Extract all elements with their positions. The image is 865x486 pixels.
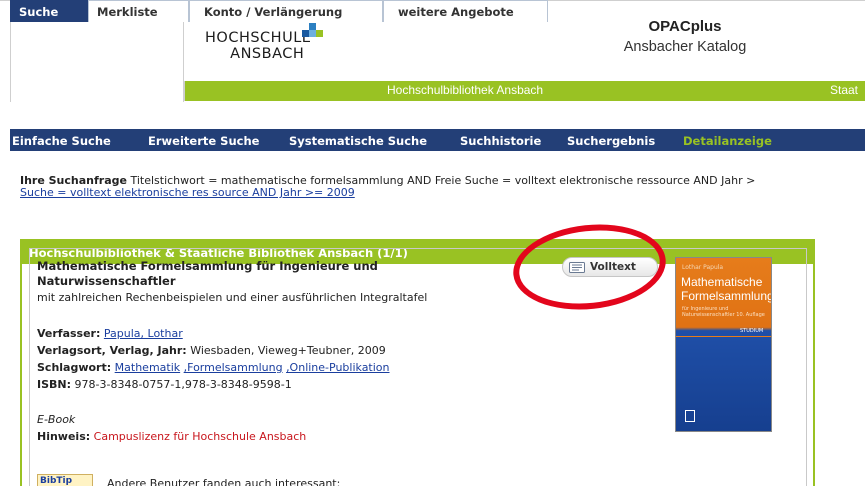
nav-einfache-suche[interactable]: Einfache Suche	[12, 134, 111, 148]
opac-subtitle: Ansbacher Katalog	[623, 39, 747, 55]
author-label: Verfasser:	[37, 327, 101, 340]
sub-navigation: Einfache Suche Erweiterte Suche Systemat…	[10, 129, 865, 151]
nav-detailanzeige[interactable]: Detailanzeige	[683, 134, 772, 148]
staat-label: Staat	[830, 83, 859, 97]
logo-line-2: ANSBACH	[230, 46, 305, 62]
query-continuation-link[interactable]: Suche = volltext elektronische res sourc…	[20, 186, 355, 199]
library-bar: Hochschulbibliothek Ansbach Staat	[184, 81, 865, 101]
cover-publisher-logo	[685, 410, 695, 422]
publisher-label: Verlagsort, Verlag, Jahr:	[37, 344, 187, 357]
opac-title: OPACplus	[648, 18, 722, 35]
book-cover[interactable]: Lothar Papula Mathematische Formelsammlu…	[675, 257, 772, 432]
isbn-value: 978-3-8348-0757-1,978-3-8348-9598-1	[74, 378, 292, 391]
cover-stripe	[676, 336, 771, 337]
cover-author: Lothar Papula	[682, 264, 724, 271]
hochschule-logo[interactable]: HOCHSCHULE ANSBACH	[205, 30, 311, 62]
hint-label: Hinweis:	[37, 430, 91, 443]
author-row: Verfasser: Papula, Lothar	[37, 327, 183, 341]
nav-erweiterte-suche[interactable]: Erweiterte Suche	[148, 134, 259, 148]
cover-series: STUDIUM	[740, 328, 764, 334]
bibtip-text: Andere Benutzer fanden auch interessant:	[107, 477, 341, 486]
library-label: Hochschulbibliothek Ansbach	[387, 83, 544, 97]
tab-weitere-angebote[interactable]: weitere Angebote	[383, 0, 548, 22]
logo-squares-icon	[302, 23, 323, 37]
publisher-row: Verlagsort, Verlag, Jahr: Wiesbaden, Vie…	[37, 344, 386, 358]
tab-suche[interactable]: Suche	[10, 0, 88, 22]
record-subtitle: mit zahlreichen Rechenbeispielen und ein…	[37, 291, 428, 304]
subject-row: Schlagwort: Mathematik ,Formelsammlung ,…	[37, 361, 390, 375]
cover-tagline: für Ingenieure und Naturwissenschaftler …	[682, 306, 767, 318]
header-left-cell	[10, 10, 184, 102]
hint-row: Hinweis: Campuslizenz für Hochschule Ans…	[37, 430, 306, 443]
subject-link-formelsammlung[interactable]: ,Formelsammlung	[184, 361, 283, 374]
record-title: Mathematische Formelsammlung für Ingenie…	[37, 259, 378, 288]
cover-tagline-text: für Ingenieure und Naturwissenschaftler	[682, 306, 735, 318]
media-type: E-Book	[37, 413, 76, 426]
subject-link-mathematik[interactable]: Mathematik	[115, 361, 180, 374]
subject-label: Schlagwort:	[37, 361, 112, 374]
nav-suchergebnis[interactable]: Suchergebnis	[567, 134, 655, 148]
tab-merkliste[interactable]: Merkliste	[88, 0, 189, 22]
author-link[interactable]: Papula, Lothar	[104, 327, 183, 340]
subject-link-online-publikation[interactable]: ,Online-Publikation	[286, 361, 389, 374]
bibtip-badge[interactable]: BibTip	[37, 474, 93, 486]
cover-title: Mathematische Formelsammlung	[681, 275, 772, 303]
publisher-value: Wiesbaden, Vieweg+Teubner, 2009	[190, 344, 386, 357]
isbn-label: ISBN:	[37, 378, 72, 391]
nav-systematische-suche[interactable]: Systematische Suche	[289, 134, 427, 148]
logo-line-1: HOCHSCHULE	[205, 30, 312, 46]
tab-konto[interactable]: Konto / Verlängerung	[189, 0, 383, 22]
hint-value: Campuslizenz für Hochschule Ansbach	[93, 430, 307, 443]
isbn-row: ISBN: 978-3-8348-0757-1,978-3-8348-9598-…	[37, 378, 292, 392]
nav-suchhistorie[interactable]: Suchhistorie	[460, 134, 541, 148]
cover-edition: 10. Auflage	[736, 312, 765, 318]
